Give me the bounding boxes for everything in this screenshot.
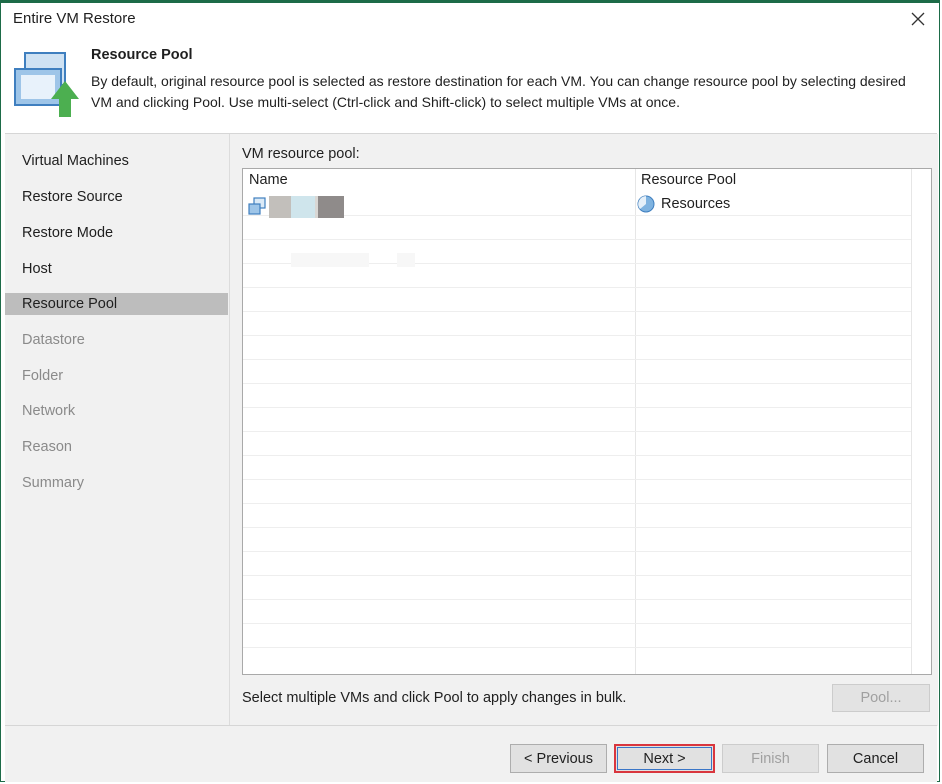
resource-pool-icon [637, 195, 655, 213]
wizard-steps-nav: Virtual Machines Restore Source Restore … [5, 134, 229, 726]
row-gridline [243, 503, 911, 504]
row-gridline [243, 239, 911, 240]
row-gridline [243, 623, 911, 624]
row-gridline [243, 647, 911, 648]
redacted-block [318, 196, 344, 218]
nav-step-restore-source[interactable]: Restore Source [5, 186, 228, 208]
row-gridline [243, 527, 911, 528]
wizard-footer: < Previous Next > Finish Cancel [5, 725, 937, 782]
row-gridline [243, 335, 911, 336]
step-title: Resource Pool [91, 47, 193, 63]
column-divider [911, 169, 912, 674]
grid-header: Name Resource Pool [243, 169, 931, 191]
column-header-name[interactable]: Name [249, 172, 288, 188]
row-gridline [243, 359, 911, 360]
next-button[interactable]: Next > [614, 744, 715, 773]
vm-resource-pool-label: VM resource pool: [242, 146, 360, 162]
wizard-header: Resource Pool By default, original resou… [1, 37, 939, 133]
row-gridline [243, 551, 911, 552]
previous-button[interactable]: < Previous [510, 744, 607, 773]
resource-pool-panel: VM resource pool: Name Resource Pool Res… [229, 134, 938, 726]
resource-pool-value: Resources [661, 196, 731, 212]
resource-pool-cell: Resources [637, 195, 730, 213]
vm-icon [248, 197, 266, 215]
redacted-faint [397, 253, 415, 267]
row-gridline [243, 431, 911, 432]
nav-step-summary: Summary [22, 475, 85, 491]
nav-step-restore-mode[interactable]: Restore Mode [5, 222, 228, 244]
close-button[interactable] [903, 5, 933, 33]
step-description: By default, original resource pool is se… [91, 73, 906, 110]
row-gridline [243, 575, 911, 576]
pool-button[interactable]: Pool... [832, 684, 930, 712]
row-gridline [243, 407, 911, 408]
row-gridline [243, 479, 911, 480]
nav-step-virtual-machines[interactable]: Virtual Machines [5, 150, 228, 172]
row-gridline [243, 599, 911, 600]
restore-wizard-window: Entire VM Restore Resource Pool By defau… [0, 0, 940, 782]
window-title: Entire VM Restore [13, 10, 136, 27]
title-bar: Entire VM Restore [1, 3, 939, 37]
cancel-button[interactable]: Cancel [827, 744, 924, 773]
row-gridline [243, 311, 911, 312]
nav-step-folder: Folder [22, 368, 64, 384]
redacted-block [269, 196, 291, 218]
finish-button: Finish [722, 744, 819, 773]
redacted-block [291, 196, 315, 218]
restore-vm-icon [14, 52, 79, 117]
nav-step-reason: Reason [22, 439, 72, 455]
close-icon [911, 12, 925, 26]
row-gridline [243, 383, 911, 384]
bulk-hint-text: Select multiple VMs and click Pool to ap… [242, 690, 627, 706]
row-gridline [243, 455, 911, 456]
wizard-body: Virtual Machines Restore Source Restore … [5, 133, 938, 726]
column-header-resource-pool[interactable]: Resource Pool [641, 172, 736, 188]
table-row[interactable]: Resources [243, 192, 911, 218]
nav-step-resource-pool[interactable]: Resource Pool [5, 293, 228, 315]
redacted-faint [291, 253, 369, 267]
nav-step-datastore: Datastore [22, 332, 85, 348]
vm-name-cell [247, 196, 344, 218]
vm-resource-pool-grid[interactable]: Name Resource Pool Resources [242, 168, 932, 675]
nav-step-network: Network [22, 403, 76, 419]
nav-step-host[interactable]: Host [5, 258, 228, 280]
row-gridline [243, 287, 911, 288]
